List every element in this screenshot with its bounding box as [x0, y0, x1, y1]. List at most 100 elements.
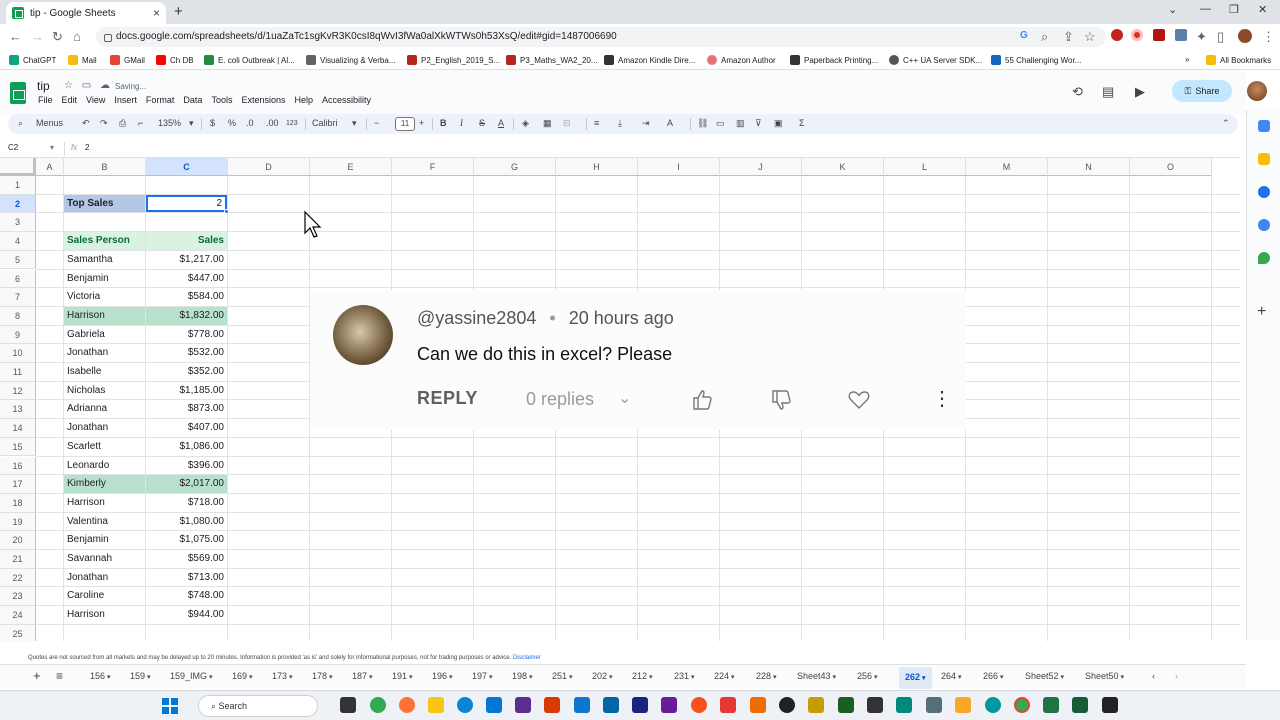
more-bookmarks-icon[interactable]: » [1185, 55, 1189, 64]
fill-color-icon[interactable]: ◈ [522, 118, 529, 129]
row-header-4[interactable]: 4 [0, 232, 36, 251]
menu-data[interactable]: Data [183, 95, 202, 105]
column-header-g[interactable]: G [474, 158, 556, 176]
home-icon[interactable]: ⌂ [73, 29, 81, 44]
text-wrapping-icon[interactable]: ⇥ [642, 118, 650, 129]
sales-person-cell[interactable]: Harrison [64, 606, 145, 624]
all-sheets-icon[interactable]: ≡ [56, 669, 63, 683]
sales-value-cell[interactable]: $1,185.00 [146, 382, 227, 400]
scroll-tabs-left-icon[interactable]: ‹ [1152, 671, 1155, 681]
sales-value-cell[interactable]: $1,075.00 [146, 531, 227, 549]
google-lens-icon[interactable]: G [1020, 30, 1028, 41]
font-size-input[interactable]: 11 [395, 117, 415, 131]
share-button[interactable]: ⚿ Share [1172, 80, 1232, 102]
sales-value-cell[interactable]: $1,080.00 [146, 513, 227, 531]
sales-value-cell[interactable]: $569.00 [146, 550, 227, 568]
contacts-icon[interactable] [1258, 219, 1270, 231]
like-icon[interactable] [691, 388, 715, 412]
sales-person-header-cell[interactable]: Sales Person [64, 232, 145, 250]
app-icon-15[interactable] [750, 697, 766, 713]
text-color-icon[interactable]: A [498, 118, 504, 128]
reply-button[interactable]: REPLY [417, 388, 478, 409]
sheet-tab[interactable]: 262 ▾ [899, 667, 932, 689]
tasks-icon[interactable] [1258, 186, 1270, 198]
sales-person-cell[interactable]: Victoria [64, 288, 145, 306]
sheet-tab[interactable]: 202 ▾ [592, 671, 613, 681]
taskbar-search[interactable]: ⌕ Search [198, 695, 318, 717]
sheet-tab[interactable]: 198 ▾ [512, 671, 533, 681]
move-folder-icon[interactable]: ▭ [82, 80, 91, 91]
sales-person-cell[interactable]: Caroline [64, 587, 145, 605]
undo-icon[interactable]: ↶ [82, 118, 90, 129]
row-header-19[interactable]: 19 [0, 512, 36, 532]
menu-help[interactable]: Help [294, 95, 313, 105]
browser-tab[interactable]: tip - Google Sheets × [6, 2, 166, 24]
sheet-tab[interactable]: 196 ▾ [432, 671, 453, 681]
sales-value-cell[interactable]: $407.00 [146, 419, 227, 437]
row-header-2[interactable]: 2 [0, 194, 36, 214]
comment-time[interactable]: 20 hours ago [569, 308, 674, 328]
app-icon-18[interactable] [838, 697, 854, 713]
bookmark-star-icon[interactable]: ☆ [1084, 29, 1096, 45]
currency-format-button[interactable]: $ [210, 118, 215, 128]
bookmark-item[interactable]: P3_Maths_WA2_20... [506, 55, 598, 65]
excel-x-icon[interactable] [1072, 697, 1088, 713]
sheet-tab[interactable]: Sheet52 ▾ [1025, 671, 1064, 681]
sheet-tab[interactable]: Sheet43 ▾ [797, 671, 836, 681]
all-bookmarks[interactable]: All Bookmarks [1206, 55, 1271, 65]
chrome-icon[interactable] [370, 697, 386, 713]
row-header-20[interactable]: 20 [0, 531, 36, 550]
share-page-icon[interactable]: ⇪ [1063, 29, 1074, 45]
heart-icon[interactable] [847, 387, 871, 411]
app-icon-22[interactable] [955, 697, 971, 713]
sales-person-cell[interactable]: Jonathan [64, 419, 145, 437]
bookmark-item[interactable]: Mail [68, 55, 97, 65]
sheet-tab[interactable]: 187 ▾ [352, 671, 373, 681]
font-select[interactable]: Calibri [312, 118, 338, 128]
percent-format-button[interactable]: % [228, 118, 236, 128]
sales-person-cell[interactable]: Isabelle [64, 363, 145, 381]
insert-comment-icon[interactable]: ▭ [716, 118, 725, 129]
bookmark-item[interactable]: Paperback Printing... [790, 55, 878, 65]
firefox-icon[interactable] [399, 697, 415, 713]
sheet-tab[interactable]: 156 ▾ [90, 671, 111, 681]
bookmark-item[interactable]: GMail [110, 55, 145, 65]
sheet-tab[interactable]: 264 ▾ [941, 671, 962, 681]
extensions-puzzle-icon[interactable]: ✦ [1196, 29, 1207, 45]
menu-insert[interactable]: Insert [114, 95, 137, 105]
column-header-i[interactable]: I [638, 158, 720, 176]
sales-value-cell[interactable]: $713.00 [146, 569, 227, 587]
row-header-6[interactable]: 6 [0, 269, 36, 289]
snipping-tool-icon[interactable] [515, 697, 531, 713]
insert-link-icon[interactable]: ⛓ [697, 118, 708, 129]
browser-menu-icon[interactable]: ⋮ [1262, 29, 1275, 45]
bold-icon[interactable]: B [440, 118, 447, 128]
meet-icon[interactable]: ▶ [1135, 84, 1145, 100]
search-menus-icon[interactable]: ⌕ [18, 118, 23, 129]
sheet-tab[interactable]: 191 ▾ [392, 671, 413, 681]
row-header-15[interactable]: 15 [0, 437, 36, 457]
column-header-k[interactable]: K [802, 158, 884, 176]
row-header-21[interactable]: 21 [0, 550, 36, 569]
menu-edit[interactable]: Edit [62, 95, 78, 105]
column-header-h[interactable]: H [556, 158, 638, 176]
column-header-j[interactable]: J [720, 158, 802, 176]
extension-icon-3[interactable] [1153, 29, 1165, 41]
top-sales-label-cell[interactable]: Top Sales [64, 194, 145, 213]
sheet-tab[interactable]: 256 ▾ [857, 671, 878, 681]
sheet-tab[interactable]: 224 ▾ [714, 671, 735, 681]
collapse-toolbar-icon[interactable]: ⌃ [1222, 118, 1230, 129]
edge-icon[interactable] [457, 697, 473, 713]
filter-views-icon[interactable]: ▣ [774, 118, 783, 129]
insert-chart-icon[interactable]: ▥ [736, 118, 745, 129]
row-header-24[interactable]: 24 [0, 606, 36, 625]
arduino-icon[interactable] [985, 697, 1001, 713]
commenter-avatar[interactable] [333, 305, 393, 365]
sales-value-cell[interactable]: $748.00 [146, 587, 227, 605]
sheet-tab[interactable]: 251 ▾ [552, 671, 573, 681]
row-header-14[interactable]: 14 [0, 419, 36, 438]
sales-person-cell[interactable]: Gabriela [64, 326, 145, 344]
sales-value-cell[interactable]: $447.00 [146, 270, 227, 288]
sales-person-cell[interactable]: Nicholas [64, 382, 145, 400]
sales-person-cell[interactable]: Scarlett [64, 438, 145, 456]
